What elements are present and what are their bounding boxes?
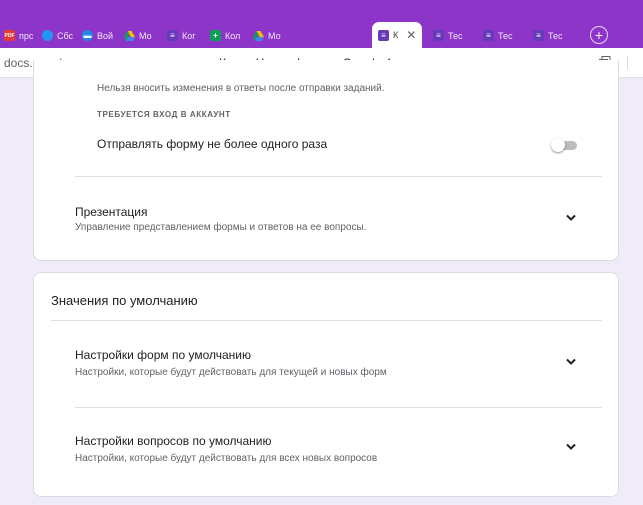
tab-label: Мо: [139, 30, 152, 41]
tab-3[interactable]: Мо: [124, 26, 160, 45]
forms-icon: ≡: [167, 30, 178, 41]
divider: [51, 320, 602, 321]
divider: [75, 176, 602, 177]
chat-icon: ▬: [82, 30, 93, 41]
chevron-down-icon[interactable]: [565, 358, 577, 366]
chevron-down-icon[interactable]: [565, 214, 577, 222]
toggle-knob: [551, 138, 565, 152]
form-defaults-title[interactable]: Настройки форм по умолчанию: [75, 348, 251, 362]
chevron-down-icon[interactable]: [565, 443, 577, 451]
address-divider: [627, 56, 628, 69]
new-tab-button[interactable]: +: [590, 26, 608, 44]
tab-4[interactable]: ≡ Ког: [167, 26, 203, 45]
tab-label: Кол: [225, 30, 241, 41]
question-defaults-subtitle: Настройки, которые будут действовать для…: [75, 453, 378, 464]
tab-label: Сбс: [57, 30, 74, 41]
drive-icon: [124, 30, 135, 41]
drive-icon: [253, 30, 264, 41]
tab-1[interactable]: Сбс: [42, 26, 76, 45]
forms-icon: ≡: [433, 30, 444, 41]
tab-label: Тес: [448, 30, 463, 41]
tab-label: Тес: [498, 30, 513, 41]
add-green-icon: +: [210, 30, 221, 41]
cube-icon: [42, 30, 53, 41]
defaults-card: Значения по умолчанию Настройки форм по …: [33, 272, 619, 497]
tab-active[interactable]: ≡ К ✕: [372, 22, 423, 48]
presentation-title[interactable]: Презентация: [75, 205, 148, 219]
tab-2[interactable]: ▬ Вой: [82, 26, 116, 45]
tab-9[interactable]: ≡ Тес: [483, 26, 521, 45]
tab-label: прс: [19, 30, 34, 41]
tab-0[interactable]: PDF прс: [4, 26, 36, 45]
clipped-setting-text: Нельзя вносить изменения в ответы после …: [97, 83, 385, 94]
defaults-heading: Значения по умолчанию: [51, 293, 198, 308]
tab-label: Тес: [548, 30, 563, 41]
divider: [75, 407, 602, 408]
tab-label: Вой: [97, 30, 114, 41]
settings-card-responses: Нельзя вносить изменения в ответы после …: [33, 60, 619, 261]
tab-8[interactable]: ≡ Тес: [433, 26, 471, 45]
tab-10[interactable]: ≡ Тес: [533, 26, 571, 45]
tab-label: К: [393, 30, 399, 40]
submit-once-toggle[interactable]: [551, 138, 579, 152]
forms-icon: ≡: [533, 30, 544, 41]
browser-tab-strip: PDF прс Сбс ▬ Вой Мо ≡ Ког + Кол Мо ≡ К: [0, 0, 643, 48]
presentation-subtitle: Управление представлением формы и ответо…: [75, 222, 367, 233]
form-defaults-subtitle: Настройки, которые будут действовать для…: [75, 367, 387, 378]
forms-icon: ≡: [483, 30, 494, 41]
tab-5[interactable]: + Кол: [210, 26, 246, 45]
forms-icon: ≡: [378, 29, 389, 41]
submit-once-label: Отправлять форму не более одного раза: [97, 137, 328, 151]
pdf-icon: PDF: [4, 30, 15, 41]
question-defaults-title[interactable]: Настройки вопросов по умолчанию: [75, 434, 271, 448]
tab-label: Ког: [182, 30, 196, 41]
tab-6[interactable]: Мо: [253, 26, 289, 45]
close-tab-icon[interactable]: ✕: [406, 28, 416, 42]
login-required-hint: ТРЕБУЕТСЯ ВХОД В АККАУНТ: [97, 110, 231, 119]
tab-label: Мо: [268, 30, 281, 41]
